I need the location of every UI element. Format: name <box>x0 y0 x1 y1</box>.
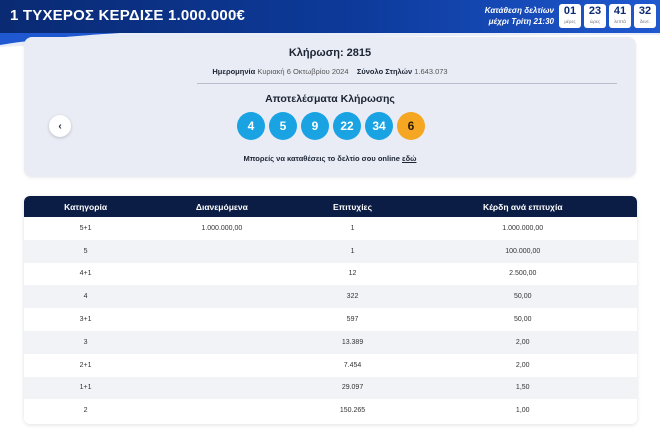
top-banner: 1 ΤΥΧΕΡΟΣ ΚΕΡΔΙΣΕ 1.000.000€ Κατάθεση δε… <box>0 0 660 33</box>
cell-category: 5 <box>83 247 88 255</box>
countdown-seconds: 32 δευτ. <box>634 4 656 28</box>
table-row: 5 1 100.000,00 <box>24 239 637 263</box>
countdown-hours-unit: ώρες <box>589 19 601 24</box>
cell-prize: 50,00 <box>513 293 532 301</box>
countdown-days-unit: μέρες <box>564 19 576 24</box>
cell-prize: 1,00 <box>515 407 530 415</box>
number-ball: 5 <box>269 112 297 140</box>
table-row: 2 150.265 1,00 <box>24 399 637 423</box>
winning-numbers: 4 5 9 22 34 6 <box>237 112 425 140</box>
cell-distributed <box>147 331 296 354</box>
cell-distributed <box>147 399 296 422</box>
draw-card: Κλήρωση: 2815 Ημερομηνία Κυριακή 6 Οκτωβ… <box>24 37 636 177</box>
header-prize-per-winner: Κέρδη ανά επιτυχία <box>482 201 563 212</box>
jackpot-headline: 1 ΤΥΧΕΡΟΣ ΚΕΡΔΙΣΕ 1.000.000€ <box>10 7 246 24</box>
prize-table: Κατηγορία Διανεμόμενα Επιτυχίες Κέρδη αν… <box>24 196 637 423</box>
cell-category: 2 <box>83 407 88 415</box>
cell-category: 3+1 <box>79 316 92 324</box>
table-row: 2+1 7.454 2,00 <box>24 353 637 377</box>
cell-category: 3 <box>83 338 88 346</box>
cell-distributed <box>147 308 296 331</box>
number-ball: 4 <box>237 112 265 140</box>
cell-category: 4 <box>83 293 88 301</box>
cell-distributed <box>147 263 296 286</box>
prize-table-card: Κατηγορία Διανεμόμενα Επιτυχίες Κέρδη αν… <box>24 196 637 424</box>
cell-prize: 1.000.000,00 <box>502 224 544 232</box>
countdown-seconds-value: 32 <box>638 5 652 17</box>
countdown-hours-value: 23 <box>588 5 602 17</box>
countdown-seconds-unit: δευτ. <box>640 19 650 24</box>
cell-category: 5+1 <box>79 224 92 232</box>
cell-winners: 1 <box>350 224 355 232</box>
cell-category: 4+1 <box>79 270 92 278</box>
countdown-minutes: 41 λεπτά <box>609 4 631 28</box>
number-ball: 34 <box>365 112 393 140</box>
countdown-days: 01 μέρες <box>559 4 581 28</box>
play-online-label: Μπορείς να καταθέσεις το δελτίο σου onli… <box>243 154 400 163</box>
table-header-row: Κατηγορία Διανεμόμενα Επιτυχίες Κέρδη αν… <box>24 196 637 217</box>
cell-category: 2+1 <box>79 361 92 369</box>
play-online-text: Μπορείς να καταθέσεις το δελτίο σου onli… <box>24 154 636 163</box>
countdown-minutes-unit: λεπτά <box>614 19 626 24</box>
number-ball: 22 <box>333 112 361 140</box>
table-row: 4+1 12 2.500,00 <box>24 262 637 286</box>
header-distributed: Διανεμόμενα <box>195 201 248 212</box>
table-row: 3 13.389 2,00 <box>24 330 637 354</box>
cell-distributed <box>147 240 296 263</box>
cell-winners: 150.265 <box>339 407 366 415</box>
total-columns-label: Σύνολο Στηλών <box>356 67 413 76</box>
cell-winners: 13.389 <box>341 338 364 346</box>
cell-prize: 2,00 <box>515 338 530 346</box>
countdown-timer: 01 μέρες 23 ώρες 41 λεπτά 32 δευτ. <box>559 4 656 28</box>
countdown-minutes-value: 41 <box>613 5 627 17</box>
results-title: Αποτελέσματα Κλήρωσης <box>265 93 395 105</box>
deadline-line-1: Κατάθεση δελτίων <box>484 6 554 15</box>
table-row: 3+1 597 50,00 <box>24 308 637 331</box>
cell-prize: 1,50 <box>515 384 530 392</box>
table-row: 1+1 29.097 1,50 <box>24 376 637 400</box>
cell-distributed <box>147 377 296 400</box>
draw-date-label: Ημερομηνία <box>212 67 256 76</box>
cell-prize: 2,00 <box>515 361 530 369</box>
number-ball: 9 <box>301 112 329 140</box>
cell-prize: 50,00 <box>513 316 532 324</box>
table-row: 5+1 1.000.000,00 1 1.000.000,00 <box>24 217 637 240</box>
cell-distributed <box>147 285 296 308</box>
cell-category: 1+1 <box>79 384 92 392</box>
play-online-link[interactable]: εδώ <box>402 154 416 163</box>
header-winners: Επιτυχίες <box>333 201 373 212</box>
cell-winners: 1 <box>350 247 355 255</box>
cell-distributed <box>147 354 296 377</box>
total-columns-value: 1.643.073 <box>414 67 448 76</box>
previous-draw-button[interactable]: ‹ <box>49 115 71 137</box>
cell-winners: 322 <box>346 293 359 301</box>
countdown-days-value: 01 <box>563 5 577 17</box>
cell-distributed: 1.000.000,00 <box>201 224 243 232</box>
cell-prize: 100.000,00 <box>505 247 541 255</box>
cell-winners: 7.454 <box>343 361 362 369</box>
cell-prize: 2.500,00 <box>509 270 537 278</box>
chevron-left-icon: ‹ <box>58 120 62 132</box>
draw-meta: Ημερομηνία Κυριακή 6 Οκτωβρίου 2024 Σύνο… <box>24 67 636 76</box>
deadline-text: Κατάθεση δελτίων μέχρι Τρίτη 21:30 <box>485 5 554 27</box>
cell-winners: 12 <box>348 270 357 278</box>
divider <box>197 83 617 84</box>
header-category: Κατηγορία <box>64 201 108 212</box>
countdown-hours: 23 ώρες <box>584 4 606 28</box>
joker-ball: 6 <box>397 112 425 140</box>
deadline-line-2: μέχρι Τρίτη 21:30 <box>488 17 554 26</box>
table-row: 4 322 50,00 <box>24 285 637 309</box>
draw-title: Κλήρωση: 2815 <box>288 47 372 59</box>
cell-winners: 29.097 <box>341 384 364 392</box>
draw-date-value: Κυριακή 6 Οκτωβρίου 2024 <box>257 67 349 76</box>
cell-winners: 597 <box>346 316 359 324</box>
